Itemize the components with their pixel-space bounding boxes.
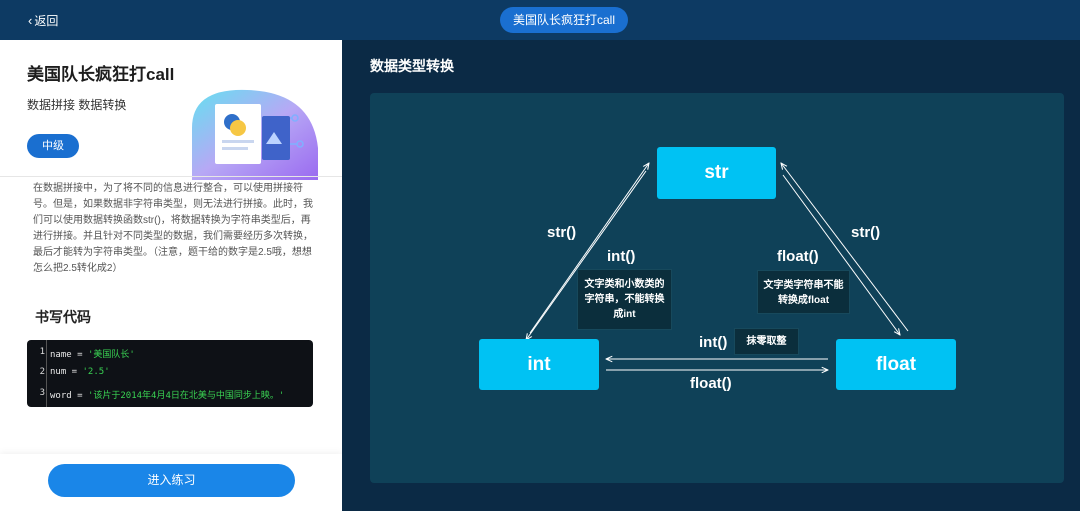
divider <box>0 176 342 177</box>
course-info-panel: 美国队长疯狂打call 数据拼接 数据转换 中级 在数据拼接中，为了将不同的信息… <box>0 40 342 511</box>
code-editor[interactable]: 1 name = '美国队长' 2 num = '2.5' 3 word = '… <box>27 340 313 407</box>
panel-title: 数据类型转换 <box>370 58 454 74</box>
course-tags: 数据拼接 数据转换 <box>27 98 127 112</box>
level-badge: 中级 <box>27 134 79 158</box>
note-str-to-float: 文字类字符串不能转换成float <box>757 270 850 314</box>
start-practice-button[interactable]: 进入练习 <box>48 464 295 497</box>
lesson-panel: 数据类型转换 str int float str() int() float()… <box>342 40 1080 511</box>
code-line: num = '2.5' <box>50 367 110 377</box>
line-number: 3 <box>39 388 45 398</box>
line-number: 1 <box>39 347 45 357</box>
node-int: int <box>479 339 599 390</box>
course-title: 美国队长疯狂打call <box>27 65 175 84</box>
code-section-heading: 书写代码 <box>35 309 91 325</box>
node-str: str <box>657 147 776 199</box>
bottom-action-bar: 进入练习 <box>0 454 342 511</box>
code-line: name = '美国队长' <box>50 350 135 360</box>
label-int-left: int() <box>607 248 636 265</box>
back-button[interactable]: ‹ 返回 <box>28 12 58 29</box>
back-label: 返回 <box>34 14 59 28</box>
chevron-left-icon: ‹ <box>28 13 33 28</box>
page-title: 美国队长疯狂打call <box>500 7 628 33</box>
course-description: 在数据拼接中，为了将不同的信息进行整合，可以使用拼接符号。但是，如果数据非字符串… <box>33 183 313 274</box>
note-float-to-int: 抹零取整 <box>734 328 799 355</box>
code-line: word = '该片于2014年4月4日在北美与中国同步上映。' <box>50 391 285 401</box>
label-str-right: str() <box>851 224 881 241</box>
label-str-left: str() <box>547 224 577 241</box>
top-bar: ‹ 返回 美国队长疯狂打call <box>0 0 1080 40</box>
line-number: 2 <box>39 367 45 377</box>
label-float-bottom: float() <box>690 375 732 392</box>
python-illustration-icon <box>192 89 318 180</box>
note-str-to-int: 文字类和小数类的字符串，不能转换成int <box>577 269 672 330</box>
label-float-right: float() <box>777 248 819 265</box>
node-float: float <box>836 339 956 390</box>
label-int-bottom: int() <box>699 334 728 351</box>
type-conversion-diagram: str int float str() int() float() str() … <box>370 93 1064 483</box>
